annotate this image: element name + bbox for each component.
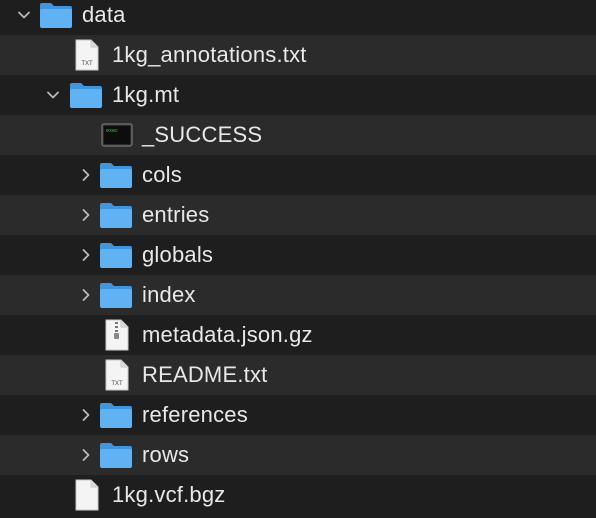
tree-row-metadata[interactable]: metadata.json.gz [0, 315, 596, 355]
svg-text:TXT: TXT [81, 61, 93, 67]
tree-row-globals[interactable]: globals [0, 235, 596, 275]
txt-file-icon: TXT [70, 39, 104, 71]
tree-row-label: entries [142, 202, 210, 227]
chevron-down-icon[interactable] [14, 3, 34, 27]
chevron-down-icon[interactable] [43, 83, 63, 107]
tree-row-1kg-mt[interactable]: 1kg.mt [0, 75, 596, 115]
tree-row-label: globals [142, 242, 214, 267]
folder-icon [99, 279, 133, 311]
tree-row-references[interactable]: references [0, 395, 596, 435]
tree-row-label: _SUCCESS [142, 122, 263, 147]
folder-icon [99, 439, 133, 471]
tree-row-1kg-annotations[interactable]: TXT 1kg_annotations.txt [0, 35, 596, 75]
folder-icon [99, 239, 133, 271]
chevron-right-icon[interactable] [76, 283, 96, 307]
tree-row-label: README.txt [142, 362, 268, 387]
tree-row-label: index [142, 282, 196, 307]
tree-row-label: metadata.json.gz [142, 322, 313, 347]
svg-text:exec: exec [106, 128, 118, 134]
chevron-right-icon[interactable] [76, 163, 96, 187]
tree-row-label: data [82, 2, 126, 27]
chevron-right-icon[interactable] [76, 443, 96, 467]
tree-row-1kg-vcf[interactable]: 1kg.vcf.bgz [0, 475, 596, 515]
svg-text:TXT: TXT [111, 381, 123, 387]
tree-row-index[interactable]: index [0, 275, 596, 315]
chevron-right-icon[interactable] [76, 203, 96, 227]
tree-row-label: 1kg.vcf.bgz [112, 482, 226, 507]
file-icon [70, 479, 104, 511]
archive-file-icon [100, 319, 134, 351]
folder-icon [39, 0, 73, 31]
executable-file-icon: exec [100, 119, 134, 151]
folder-icon [99, 199, 133, 231]
tree-row-label: 1kg_annotations.txt [112, 42, 307, 67]
chevron-right-icon[interactable] [76, 403, 96, 427]
tree-row-cols[interactable]: cols [0, 155, 596, 195]
tree-row-entries[interactable]: entries [0, 195, 596, 235]
file-tree: data TXT 1kg_annotations.txt 1kg.mt exec… [0, 0, 596, 518]
tree-row-rows[interactable]: rows [0, 435, 596, 475]
tree-row-label: 1kg.mt [112, 82, 180, 107]
tree-row-label: rows [142, 442, 190, 467]
folder-icon [99, 159, 133, 191]
folder-icon [99, 399, 133, 431]
tree-row-success[interactable]: exec _SUCCESS [0, 115, 596, 155]
folder-icon [69, 79, 103, 111]
tree-row-readme[interactable]: TXT README.txt [0, 355, 596, 395]
tree-row-data[interactable]: data [0, 0, 596, 35]
tree-row-label: references [142, 402, 248, 427]
chevron-right-icon[interactable] [76, 243, 96, 267]
txt-file-icon: TXT [100, 359, 134, 391]
tree-row-label: cols [142, 162, 182, 187]
